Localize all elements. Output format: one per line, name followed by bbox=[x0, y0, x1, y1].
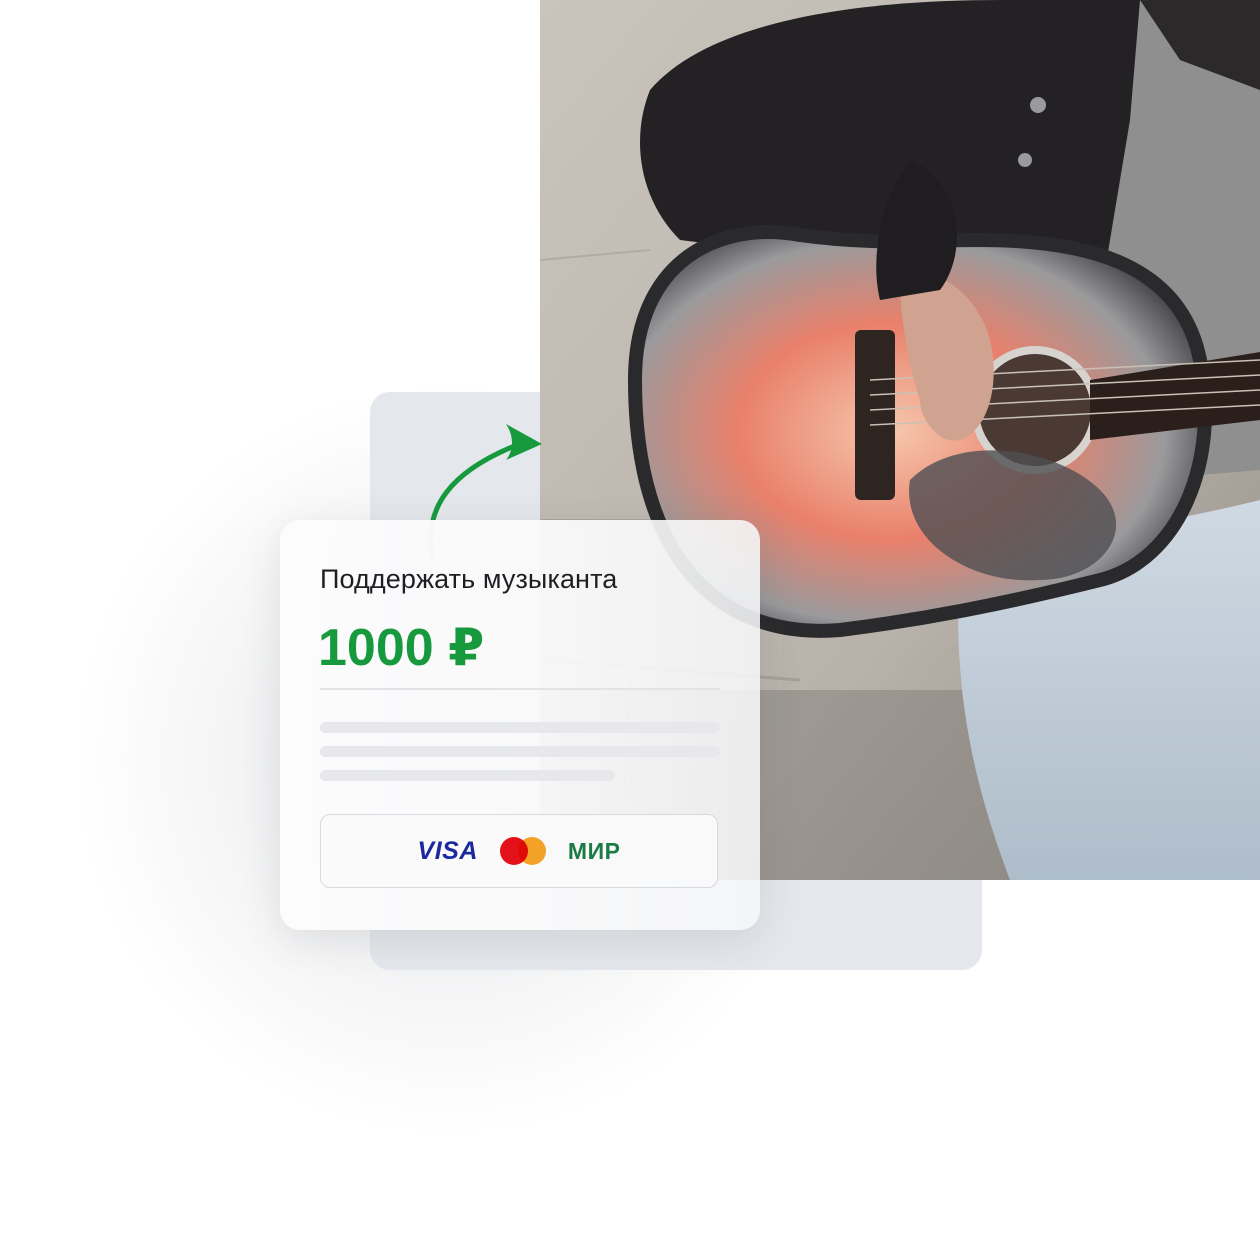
placeholder-line bbox=[320, 746, 720, 757]
mastercard-orange-circle bbox=[517, 837, 546, 865]
mir-logo: МИР bbox=[567, 837, 621, 864]
promo-stage: Поддержать музыканта 1000 ₽ VISA МИР bbox=[0, 0, 1260, 1260]
donation-card: Поддержать музыканта 1000 ₽ VISA МИР bbox=[280, 520, 760, 930]
placeholder-line bbox=[320, 722, 720, 733]
donation-amount[interactable]: 1000 ₽ bbox=[318, 618, 484, 678]
donation-title: Поддержать музыканта bbox=[320, 564, 618, 594]
visa-logo: VISA bbox=[417, 836, 478, 865]
amount-underline bbox=[320, 688, 720, 690]
pay-button[interactable]: VISA МИР bbox=[320, 814, 718, 888]
mastercard-logo bbox=[499, 837, 546, 865]
placeholder-line bbox=[320, 770, 615, 781]
